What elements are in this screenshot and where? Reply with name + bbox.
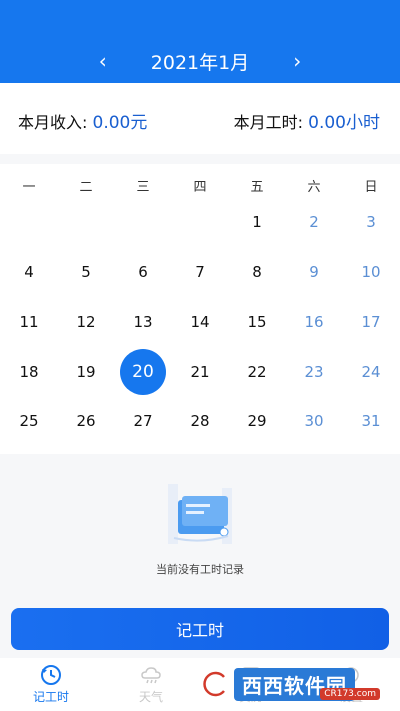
tab-weather[interactable]: 天气 (111, 664, 191, 705)
tab-record-hours[interactable]: 记工时 (11, 664, 91, 705)
calendar-day[interactable]: 10 (348, 249, 394, 295)
calendar-day[interactable]: 25 (6, 398, 52, 444)
hours-value: 0.00小时 (308, 113, 380, 133)
month-title: 2021年1月 (150, 51, 250, 74)
weekday-label: 六 (307, 180, 321, 195)
document-scroll-icon (168, 484, 232, 544)
calendar-day[interactable]: 18 (6, 349, 52, 395)
calendar-day[interactable]: 15 (234, 299, 280, 345)
income-value: 0.00元 (92, 113, 148, 133)
watermark-logo: 西西软件园 CR173.com (200, 664, 392, 704)
record-hours-button[interactable]: 记工时 (11, 608, 389, 650)
calendar-day[interactable]: 1 (234, 199, 280, 245)
calendar-day[interactable]: 19 (63, 349, 109, 395)
calendar-day[interactable]: 2 (291, 199, 337, 245)
weekday-label: 三 (136, 180, 150, 195)
weekday-label: 五 (250, 180, 264, 195)
calendar-day[interactable]: 28 (177, 398, 223, 444)
calendar-day[interactable]: 24 (348, 349, 394, 395)
weekday-header: 一二三四五六日 (0, 176, 400, 198)
calendar-day[interactable]: 6 (120, 249, 166, 295)
calendar-day[interactable]: 17 (348, 299, 394, 345)
tab-label: 记工时 (32, 690, 69, 704)
weekday-label: 四 (193, 180, 207, 195)
calendar-day[interactable]: 9 (291, 249, 337, 295)
calendar-day[interactable]: 26 (63, 398, 109, 444)
calendar-day[interactable]: 14 (177, 299, 223, 345)
calendar-day[interactable]: 8 (234, 249, 280, 295)
hours-label: 本月工时: (233, 113, 304, 132)
cloud-rain-icon (141, 667, 161, 684)
monthly-summary: 本月收入: 0.00元 本月工时: 0.00小时 (0, 83, 400, 154)
monthly-income: 本月收入: 0.00元 (18, 108, 147, 133)
watermark-c-icon (202, 670, 226, 698)
calendar-day[interactable]: 27 (120, 398, 166, 444)
monthly-hours: 本月工时: 0.00小时 (234, 108, 380, 133)
calendar-day[interactable]: 11 (6, 299, 52, 345)
watermark-url: CR173.com (320, 688, 380, 700)
weekday-label: 一 (22, 180, 36, 195)
calendar-day[interactable]: 22 (234, 349, 280, 395)
calendar-day[interactable]: 4 (6, 249, 52, 295)
calendar-day[interactable]: 21 (177, 349, 223, 395)
weekday-label: 日 (364, 180, 378, 195)
calendar-day[interactable]: 16 (291, 299, 337, 345)
calendar-grid: 一二三四五六日 1 2 3 4 5 6 7 8 9 10 11 12 13 14 15 16 17 18 19 20 2… (0, 164, 400, 454)
calendar-day[interactable]: 12 (63, 299, 109, 345)
calendar-day[interactable]: 3 (348, 199, 394, 245)
calendar-day[interactable]: 31 (348, 398, 394, 444)
clock-refresh-icon (41, 665, 61, 685)
calendar-day[interactable]: 13 (120, 299, 166, 345)
month-navigator: ‹ 2021年1月 › (0, 46, 400, 76)
weekday-label: 二 (79, 180, 93, 195)
tab-label: 天气 (138, 690, 163, 704)
calendar-day[interactable]: 7 (177, 249, 223, 295)
empty-state-text: 当前没有工时记录 (156, 563, 244, 576)
calendar-day[interactable]: 29 (234, 398, 280, 444)
calendar-day-selected[interactable]: 20 (120, 349, 166, 395)
calendar-day[interactable]: 23 (291, 349, 337, 395)
chevron-right-icon[interactable]: › (279, 49, 315, 73)
chevron-left-icon[interactable]: ‹ (85, 49, 121, 73)
calendar-day[interactable]: 5 (63, 249, 109, 295)
calendar-day[interactable]: 30 (291, 398, 337, 444)
income-label: 本月收入: (18, 113, 88, 132)
